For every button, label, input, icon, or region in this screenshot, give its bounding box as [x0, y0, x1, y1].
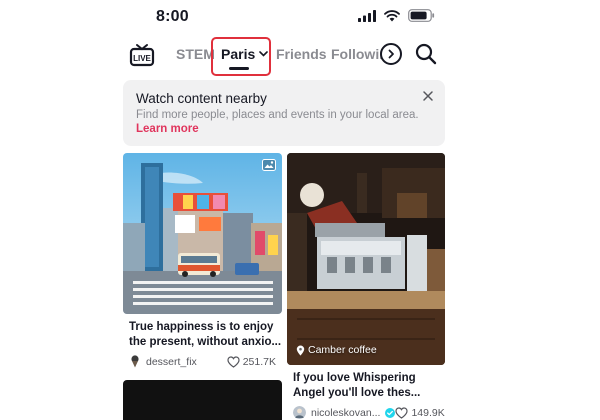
caption-line-2: Angel you'll love thes...	[293, 387, 421, 399]
author[interactable]: dessert_fix	[129, 355, 197, 368]
top-nav: LIVE STEM Paris Friends Following	[0, 34, 600, 76]
like-count[interactable]: 251.7K	[227, 356, 276, 368]
heart-icon	[227, 355, 240, 368]
nearby-banner: Watch content nearby Find more people, p…	[123, 80, 445, 146]
author-name: nicoleskovan...	[311, 406, 381, 419]
banner-body: Find more people, places and events in y…	[136, 109, 419, 121]
banner-title: Watch content nearby	[136, 91, 267, 106]
heart-icon	[395, 406, 409, 419]
live-button[interactable]: LIVE	[129, 42, 155, 68]
video-meta: dessert_fix 251.7K	[123, 355, 282, 368]
battery-icon	[408, 9, 435, 27]
video-caption: If you love Whispering Angel you'll love…	[287, 371, 445, 401]
author[interactable]: nicoleskovan...	[293, 406, 396, 419]
tab-stem[interactable]: STEM	[176, 46, 215, 62]
video-card-partial[interactable]	[123, 380, 282, 420]
tab-friends[interactable]: Friends	[276, 46, 327, 62]
tab-following[interactable]: Following	[331, 46, 381, 62]
signal-icon	[358, 9, 376, 27]
video-meta: nicoleskovan... 149.9K	[287, 406, 445, 419]
chevron-right-circle-icon	[388, 49, 394, 59]
banner-close-button[interactable]	[421, 89, 435, 103]
search-icon	[415, 43, 437, 65]
video-card[interactable]: Camber coffee If you love Whispering Ang…	[287, 153, 445, 419]
ice-cream-avatar-icon	[131, 355, 139, 368]
active-tab-indicator	[229, 67, 249, 70]
tab-paris-label: Paris	[221, 46, 256, 62]
video-thumbnail[interactable]	[123, 153, 282, 314]
search-button[interactable]	[414, 42, 438, 66]
coffee-bar-thumbnail	[287, 153, 445, 365]
svg-text:LIVE: LIVE	[133, 54, 151, 63]
live-tv-icon: LIVE	[129, 44, 155, 67]
likes-value: 149.9K	[411, 406, 445, 419]
like-count[interactable]: 149.9K	[395, 406, 445, 419]
tab-paris[interactable]: Paris	[221, 46, 269, 62]
video-card[interactable]: True happiness is to enjoy the present, …	[123, 153, 282, 368]
photo-mode-badge	[262, 159, 276, 171]
avatar	[293, 406, 306, 419]
photo-mode-icon	[262, 159, 276, 171]
chevron-down-icon	[259, 51, 269, 57]
video-caption: True happiness is to enjoy the present, …	[123, 320, 282, 350]
location-name: Camber coffee	[308, 344, 377, 356]
caption-line-1: True happiness is to enjoy	[129, 321, 274, 333]
caption-line-1: If you love Whispering	[293, 372, 416, 384]
location-pin-icon	[296, 345, 305, 355]
more-tabs-button[interactable]	[380, 43, 402, 65]
location-tag[interactable]: Camber coffee	[296, 344, 377, 356]
status-icons	[358, 9, 435, 27]
city-crossing-thumbnail	[123, 153, 282, 314]
caption-line-2: the present, without anxio...	[129, 336, 282, 348]
verified-badge-icon	[385, 407, 396, 418]
author-name: dessert_fix	[146, 355, 197, 368]
likes-value: 251.7K	[242, 355, 276, 368]
status-bar: 8:00	[0, 0, 600, 34]
learn-more-link[interactable]: Learn more	[136, 123, 199, 135]
wifi-icon	[384, 9, 400, 27]
video-thumbnail[interactable]: Camber coffee	[287, 153, 445, 365]
close-icon	[423, 91, 433, 101]
status-time: 8:00	[156, 8, 189, 25]
